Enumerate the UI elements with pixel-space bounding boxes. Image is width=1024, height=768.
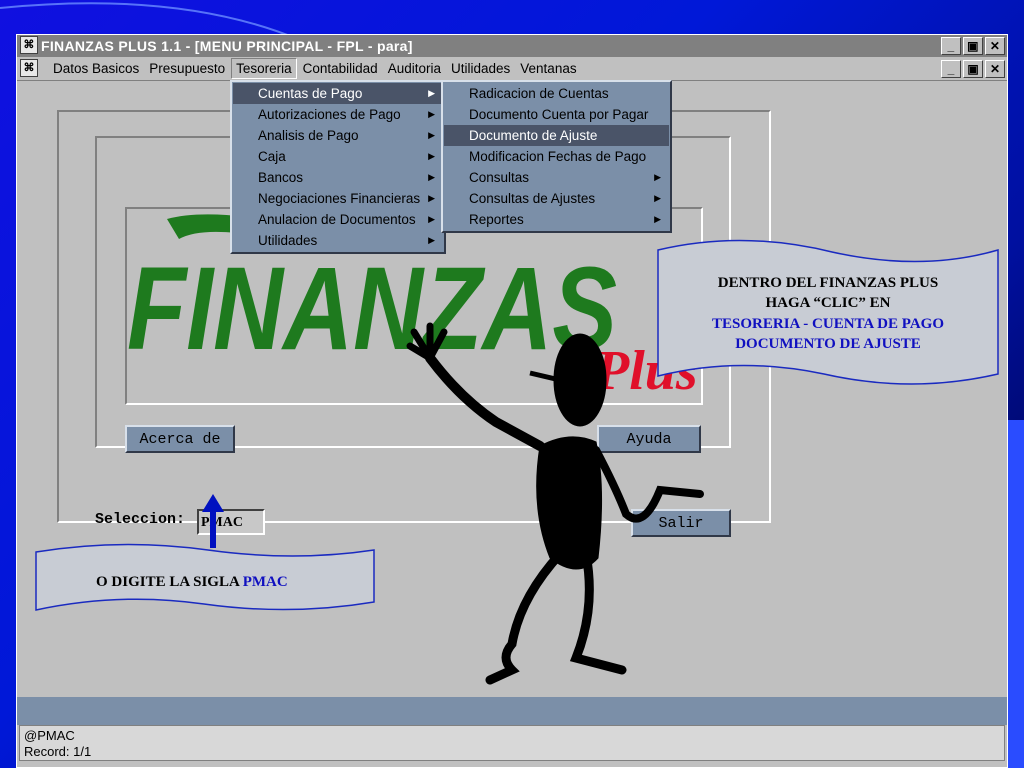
- status-line-1: @PMAC: [24, 728, 75, 743]
- callout-right-shape: [657, 239, 999, 385]
- menu-item-label: Autorizaciones de Pago: [258, 107, 401, 122]
- callout-left-text: O DIGITE LA SIGLA PMAC: [96, 574, 288, 590]
- child-minimize-button[interactable]: _: [941, 60, 961, 78]
- minimize-button[interactable]: _: [941, 37, 961, 55]
- menu-item-label: Consultas de Ajustes: [469, 191, 596, 206]
- menu-item-consultas-de-ajustes[interactable]: Consultas de Ajustes ▶: [444, 188, 669, 209]
- callout-right-line-1: DENTRO DEL FINANZAS PLUS: [718, 275, 938, 291]
- menu-presupuesto[interactable]: Presupuesto: [145, 59, 229, 78]
- menu-item-negociaciones-financieras[interactable]: Negociaciones Financieras ▶: [233, 188, 443, 209]
- child-close-button[interactable]: ✕: [985, 60, 1005, 78]
- menu-item-label: Documento de Ajuste: [469, 128, 598, 143]
- menu-item-cuentas-de-pago[interactable]: Cuentas de Pago ▶: [233, 83, 443, 104]
- menu-item-documento-de-ajuste[interactable]: Documento de Ajuste: [444, 125, 669, 146]
- window-title: FINANZAS PLUS 1.1 - [MENU PRINCIPAL - FP…: [41, 38, 413, 54]
- menu-item-reportes[interactable]: Reportes ▶: [444, 209, 669, 230]
- tesoreria-dropdown: Cuentas de Pago ▶ Autorizaciones de Pago ▶…: [230, 80, 446, 254]
- menu-item-label: Negociaciones Financieras: [258, 191, 421, 206]
- app-icon[interactable]: ⌘: [20, 36, 38, 54]
- menu-item-caja[interactable]: Caja ▶: [233, 146, 443, 167]
- status-line-2: Record: 1/1: [24, 744, 92, 759]
- menu-ventanas[interactable]: Ventanas: [516, 59, 580, 78]
- menu-item-label: Modificacion Fechas de Pago: [469, 149, 647, 164]
- seleccion-label: Seleccion:: [95, 511, 186, 528]
- title-bar: ⌘ FINANZAS PLUS 1.1 - [MENU PRINCIPAL - …: [17, 35, 1007, 57]
- submenu-arrow-icon: ▶: [654, 214, 661, 224]
- callout-right: DENTRO DEL FINANZAS PLUS HAGA “CLIC” EN …: [657, 239, 999, 385]
- submenu-arrow-icon: ▶: [428, 88, 435, 98]
- callout-right-line-4: DOCUMENTO DE AJUSTE: [735, 336, 921, 352]
- menu-item-label: Anulacion de Documentos: [258, 212, 416, 227]
- up-arrow-icon: [202, 494, 224, 548]
- menu-item-bancos[interactable]: Bancos ▶: [233, 167, 443, 188]
- menu-item-anulacion-de-documentos[interactable]: Anulacion de Documentos ▶: [233, 209, 443, 230]
- acerca-de-button[interactable]: Acerca de: [125, 425, 235, 453]
- window-controls: _ ▣ ✕: [941, 37, 1005, 55]
- callout-left: O DIGITE LA SIGLA PMAC: [35, 543, 375, 611]
- menu-item-documento-cuenta-por-pagar[interactable]: Documento Cuenta por Pagar: [444, 104, 669, 125]
- menu-item-radicacion-de-cuentas[interactable]: Radicacion de Cuentas: [444, 83, 669, 104]
- submenu-arrow-icon: ▶: [428, 214, 435, 224]
- menu-item-label: Cuentas de Pago: [258, 86, 363, 101]
- menu-contabilidad[interactable]: Contabilidad: [299, 59, 382, 78]
- menu-item-label: Reportes: [469, 212, 524, 227]
- child-restore-button[interactable]: ▣: [963, 60, 983, 78]
- submenu-arrow-icon: ▶: [428, 193, 435, 203]
- submenu-arrow-icon: ▶: [654, 193, 661, 203]
- menu-datos-basicos[interactable]: Datos Basicos: [49, 59, 143, 78]
- menu-item-utilidades[interactable]: Utilidades ▶: [233, 230, 443, 251]
- close-button[interactable]: ✕: [985, 37, 1005, 55]
- submenu-arrow-icon: ▶: [428, 130, 435, 140]
- menu-item-label: Documento Cuenta por Pagar: [469, 107, 649, 122]
- submenu-arrow-icon: ▶: [654, 172, 661, 182]
- submenu-arrow-icon: ▶: [428, 235, 435, 245]
- menu-item-label: Bancos: [258, 170, 304, 185]
- submenu-arrow-icon: ▶: [428, 151, 435, 161]
- menu-tesoreria[interactable]: Tesoreria: [231, 58, 297, 79]
- menu-item-autorizaciones-de-pago[interactable]: Autorizaciones de Pago ▶: [233, 104, 443, 125]
- menu-utilidades[interactable]: Utilidades: [447, 59, 514, 78]
- menu-item-label: Caja: [258, 149, 286, 164]
- cuentas-de-pago-submenu: Radicacion de Cuentas Documento Cuenta p…: [441, 80, 672, 233]
- restore-button[interactable]: ▣: [963, 37, 983, 55]
- menu-item-modificacion-fechas-de-pago[interactable]: Modificacion Fechas de Pago: [444, 146, 669, 167]
- record-info: @PMAC Record: 1/1: [19, 725, 1005, 761]
- child-window-controls: _ ▣ ✕: [941, 60, 1005, 78]
- status-bar: [17, 697, 1007, 725]
- menu-item-label: Analisis de Pago: [258, 128, 359, 143]
- menu-bar: ⌘ Datos Basicos Presupuesto Tesoreria Co…: [17, 57, 1007, 81]
- menu-item-analisis-de-pago[interactable]: Analisis de Pago ▶: [233, 125, 443, 146]
- submenu-arrow-icon: ▶: [428, 172, 435, 182]
- menu-item-label: Radicacion de Cuentas: [469, 86, 609, 101]
- callout-right-line-3: TESORERIA - CUENTA DE PAGO: [712, 316, 944, 332]
- submenu-arrow-icon: ▶: [428, 109, 435, 119]
- document-icon[interactable]: ⌘: [20, 59, 38, 77]
- menu-item-label: Consultas: [469, 170, 530, 185]
- menu-item-label: Utilidades: [258, 233, 318, 248]
- menu-item-consultas[interactable]: Consultas ▶: [444, 167, 669, 188]
- callout-right-line-2: HAGA “CLIC” EN: [765, 295, 890, 311]
- menu-auditoria[interactable]: Auditoria: [384, 59, 445, 78]
